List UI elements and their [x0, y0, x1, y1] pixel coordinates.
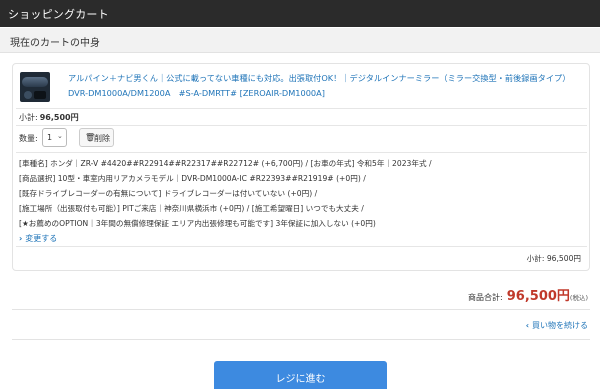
continue-label: 買い物を続ける — [532, 321, 588, 330]
change-label: 変更する — [25, 234, 58, 243]
dashcam-mirror-image[interactable] — [20, 72, 50, 102]
chevron-right-icon: › — [19, 234, 23, 243]
cart-item-card: アルパイン＋ナビ男くん｜公式に載ってない車種にも対応。出張取付OK！｜デジタルイ… — [12, 63, 590, 271]
option-line: [施工場所（出張取付も可能）] PITご来店｜神奈川県横浜市 (+0円) / [… — [19, 204, 364, 213]
tax-note: (税込) — [569, 294, 588, 302]
quantity-label: 数量: — [19, 134, 38, 143]
option-line: [★お薦めのOPTION｜3年間の無償修理保証 エリア内出張修理も可能です] 3… — [19, 219, 376, 228]
change-options-link[interactable]: › 変更する — [19, 233, 57, 244]
checkout-button[interactable]: レジに進む — [214, 361, 387, 389]
item-subtotal: 小計: 96,500円 — [19, 112, 79, 123]
option-line: [既存ドライブレコーダーの有無について] ドライブレコーダーは付いていない (+… — [19, 189, 318, 198]
chevron-down-icon: ⌄ — [57, 132, 63, 140]
subtotal-value: 96,500円 — [39, 113, 79, 122]
delete-button[interactable]: 🗑 削除 — [79, 128, 114, 147]
divider — [12, 309, 590, 310]
divider — [16, 125, 587, 126]
section-title: 現在のカートの中身 — [10, 38, 100, 49]
cart-total: 商品合計: 96,500円(税込) — [468, 285, 588, 304]
card-subtotal: 小計: 96,500円 — [526, 254, 581, 263]
quantity-select[interactable]: 1 ⌄ — [42, 128, 67, 147]
divider — [12, 339, 590, 340]
checkout-label: レジに進む — [275, 374, 326, 385]
divider — [16, 246, 587, 247]
subtotal-label: 小計: — [19, 113, 38, 122]
camera-body-shape — [34, 91, 46, 99]
option-line: [商品選択] 10型・車室内用リアカメラモデル｜DVR-DM1000A-IC #… — [19, 174, 366, 183]
cart-header-title: ショッピングカート — [8, 8, 109, 21]
continue-shopping-link[interactable]: ‹ 買い物を続ける — [526, 320, 588, 331]
quantity-value: 1 — [47, 133, 53, 142]
divider — [16, 152, 587, 153]
top-header-bar: ショッピングカート — [0, 0, 600, 27]
item-title-link[interactable]: アルパイン＋ナビ男くん｜公式に載ってない車種にも対応。出張取付OK！｜デジタルイ… — [68, 72, 588, 84]
item-model-link[interactable]: DVR-DM1000A/DM1200A #S-A-DMRTT# [ZEROAIR… — [68, 87, 325, 99]
total-label: 商品合計: — [468, 293, 503, 302]
delete-label: 削除 — [94, 134, 110, 143]
camera-lens-shape — [24, 91, 32, 99]
chevron-left-icon: ‹ — [525, 321, 529, 330]
total-value: 96,500円 — [506, 289, 570, 304]
section-header: 現在のカートの中身 — [0, 28, 600, 53]
mirror-shape — [22, 77, 48, 87]
divider — [16, 108, 587, 109]
option-line: [車種名] ホンダ｜ZR-V #4420##R22914##R22317##R2… — [19, 159, 432, 168]
